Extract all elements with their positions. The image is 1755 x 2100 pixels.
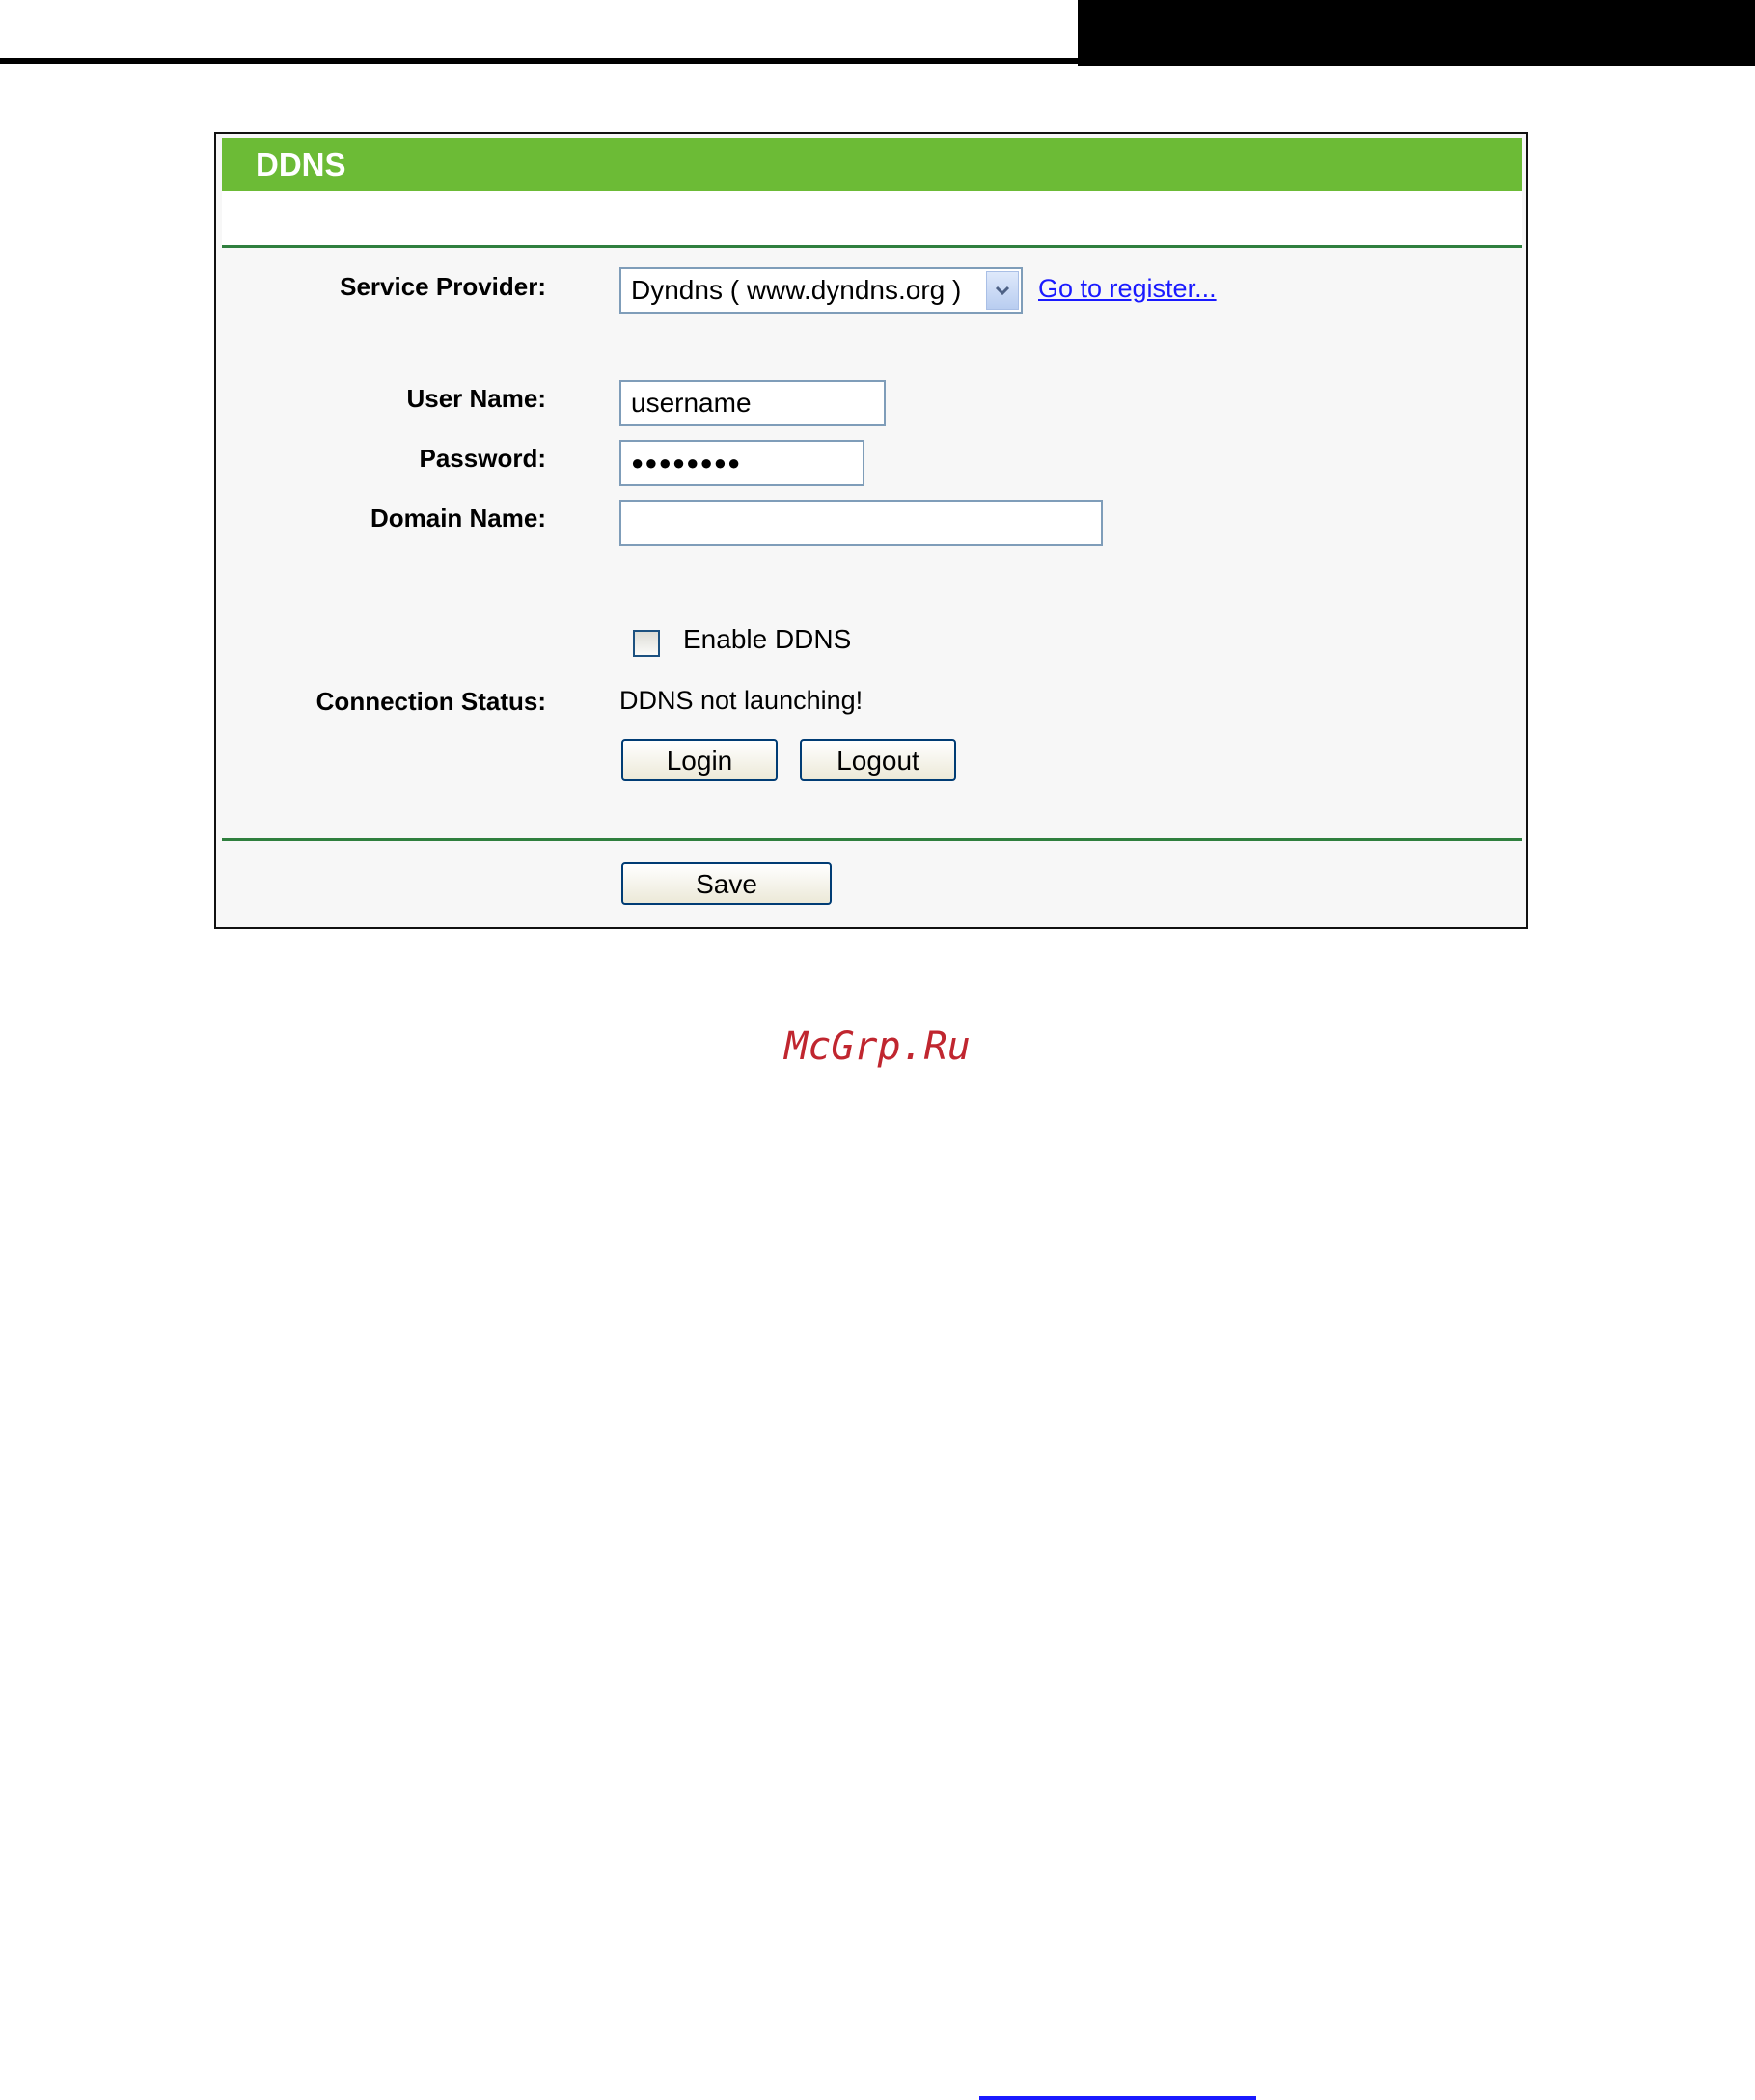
watermark: McGrp.Ru xyxy=(784,1024,971,1069)
user-name-input[interactable]: username xyxy=(619,380,886,426)
header-block xyxy=(1078,0,1755,66)
domain-name-label: Domain Name: xyxy=(370,504,546,532)
bottom-link-underline xyxy=(979,2096,1256,2100)
panel-title: DDNS xyxy=(222,138,1522,191)
title-spacer xyxy=(222,191,1522,245)
chevron-down-icon[interactable] xyxy=(986,271,1019,310)
user-name-label: User Name: xyxy=(406,384,546,413)
save-button[interactable]: Save xyxy=(621,862,832,905)
domain-name-input[interactable] xyxy=(619,500,1103,546)
logout-button[interactable]: Logout xyxy=(800,739,956,781)
password-label: Password: xyxy=(419,444,547,473)
service-provider-value: Dyndns ( www.dyndns.org ) xyxy=(631,275,962,305)
service-provider-label: Service Provider: xyxy=(340,272,546,301)
connection-status-value: DDNS not launching! xyxy=(619,686,864,715)
enable-ddns-label: Enable DDNS xyxy=(683,624,852,654)
go-to-register-link[interactable]: Go to register... xyxy=(1038,274,1217,304)
connection-status-label: Connection Status: xyxy=(315,687,546,716)
enable-ddns-checkbox[interactable] xyxy=(633,630,660,657)
password-input[interactable]: ●●●●●●●● xyxy=(619,440,864,486)
ddns-panel: DDNS Service Provider: Dyndns ( www.dynd… xyxy=(214,132,1528,929)
top-divider xyxy=(222,245,1522,248)
login-button[interactable]: Login xyxy=(621,739,778,781)
service-provider-select[interactable]: Dyndns ( www.dyndns.org ) xyxy=(619,267,1023,314)
header-rule xyxy=(0,58,1081,64)
bottom-divider xyxy=(222,838,1522,841)
